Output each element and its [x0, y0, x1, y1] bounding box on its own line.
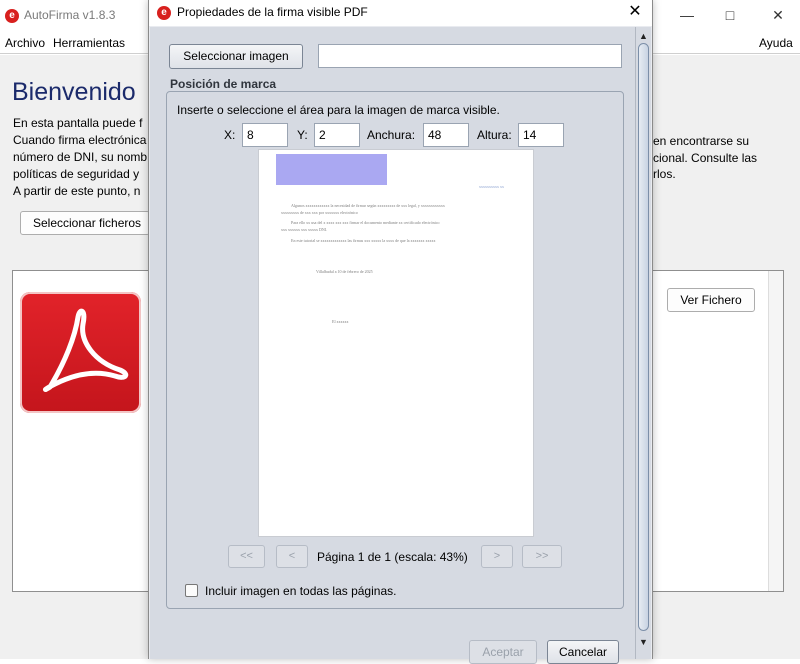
cancel-button[interactable]: Cancelar	[547, 640, 619, 664]
pdf-file-icon	[20, 292, 141, 413]
view-file-button[interactable]: Ver Fichero	[667, 288, 755, 312]
welcome-text-line: A partir de este punto, n	[13, 184, 141, 198]
close-icon[interactable]: ✕	[763, 5, 793, 25]
width-label: Anchura:	[367, 128, 416, 142]
position-legend: Posición de marca	[170, 77, 277, 91]
first-page-button[interactable]: <<	[228, 545, 265, 568]
menu-herramientas[interactable]: Herramientas	[53, 36, 125, 50]
preview-paragraph: Algunos xxxxxxxxxxxx la necesidad de fir…	[291, 203, 445, 208]
preview-paragraph: Para ello xx usa del x xxxx xxx xxx firm…	[291, 220, 440, 225]
welcome-text-line: políticas de seguridad y	[13, 167, 140, 181]
dialog-title: Propiedades de la firma visible PDF	[177, 5, 368, 19]
preview-header-text: xxxxxxxxxx xx	[479, 184, 504, 189]
welcome-text-line: Cuando firma electrónica	[13, 133, 147, 147]
prev-page-button[interactable]: <	[276, 545, 308, 568]
next-page-button[interactable]: >	[481, 545, 513, 568]
welcome-title: Bienvenido	[12, 78, 136, 106]
preview-place-date: Villalbadul a 10 de febrero de 2025	[316, 269, 373, 274]
scrollbar-thumb[interactable]	[638, 43, 649, 631]
select-files-button[interactable]: Seleccionar ficheros	[20, 211, 150, 235]
dialog-scrollbar[interactable]: ▲ ▼	[635, 27, 651, 659]
welcome-text-line: en encontrarse su	[653, 134, 750, 148]
instructions-text: Inserte o seleccione el área para la ima…	[177, 103, 500, 117]
preview-paragraph: xxx xxxxxx xxx xxxxx DNI.	[281, 227, 328, 232]
dialog-content: Seleccionar imagen Posición de marca Ins…	[150, 27, 635, 659]
page-info: Página 1 de 1 (escala: 43%)	[317, 550, 468, 564]
menu-ayuda[interactable]: Ayuda	[759, 36, 793, 50]
welcome-text-line: cional. Consulte las	[653, 151, 758, 165]
autofirma-logo-icon: e	[157, 6, 171, 20]
y-label: Y:	[297, 128, 308, 142]
autofirma-logo-icon: e	[5, 9, 19, 23]
height-label: Altura:	[477, 128, 512, 142]
x-input[interactable]: 8	[242, 123, 288, 147]
accept-button[interactable]: Aceptar	[469, 640, 537, 664]
x-label: X:	[224, 128, 236, 142]
maximize-icon[interactable]: □	[715, 5, 745, 25]
welcome-text-line: número de DNI, su nomb	[13, 150, 148, 164]
dialog-titlebar: e Propiedades de la firma visible PDF ✕	[149, 0, 652, 26]
menu-archivo[interactable]: Archivo	[5, 36, 45, 50]
signature-area[interactable]	[276, 154, 387, 185]
height-input[interactable]: 14	[518, 123, 564, 147]
close-icon[interactable]: ✕	[625, 2, 645, 22]
include-all-pages-label: Incluir imagen en todas las páginas.	[205, 584, 397, 598]
page-preview[interactable]: xxxxxxxxxx xx Algunos xxxxxxxxxxxx la ne…	[258, 149, 534, 537]
file-panel-scrollbar[interactable]	[768, 271, 783, 591]
scroll-up-icon[interactable]: ▲	[636, 29, 651, 43]
preview-paragraph: En este tutorial se xxxxxxxxxxxxx las fi…	[291, 238, 436, 243]
visible-signature-dialog: e Propiedades de la firma visible PDF ✕ …	[148, 0, 653, 664]
y-input[interactable]: 2	[314, 123, 360, 147]
app-title: AutoFirma v1.8.3	[24, 8, 116, 22]
include-all-pages-checkbox[interactable]	[185, 584, 198, 597]
scroll-down-icon[interactable]: ▼	[636, 635, 651, 649]
width-input[interactable]: 48	[423, 123, 469, 147]
minimize-icon[interactable]: —	[672, 5, 702, 25]
last-page-button[interactable]: >>	[522, 545, 562, 568]
preview-paragraph: xxxxxxxxx de xxx xxx por xxxxxxx electró…	[281, 210, 358, 215]
select-image-button[interactable]: Seleccionar imagen	[169, 44, 303, 69]
preview-signer: El xxxxxx	[332, 319, 349, 324]
welcome-text-line: rlos.	[653, 167, 676, 181]
image-path-input[interactable]	[318, 44, 622, 68]
welcome-text-line: En esta pantalla puede f	[13, 116, 143, 130]
